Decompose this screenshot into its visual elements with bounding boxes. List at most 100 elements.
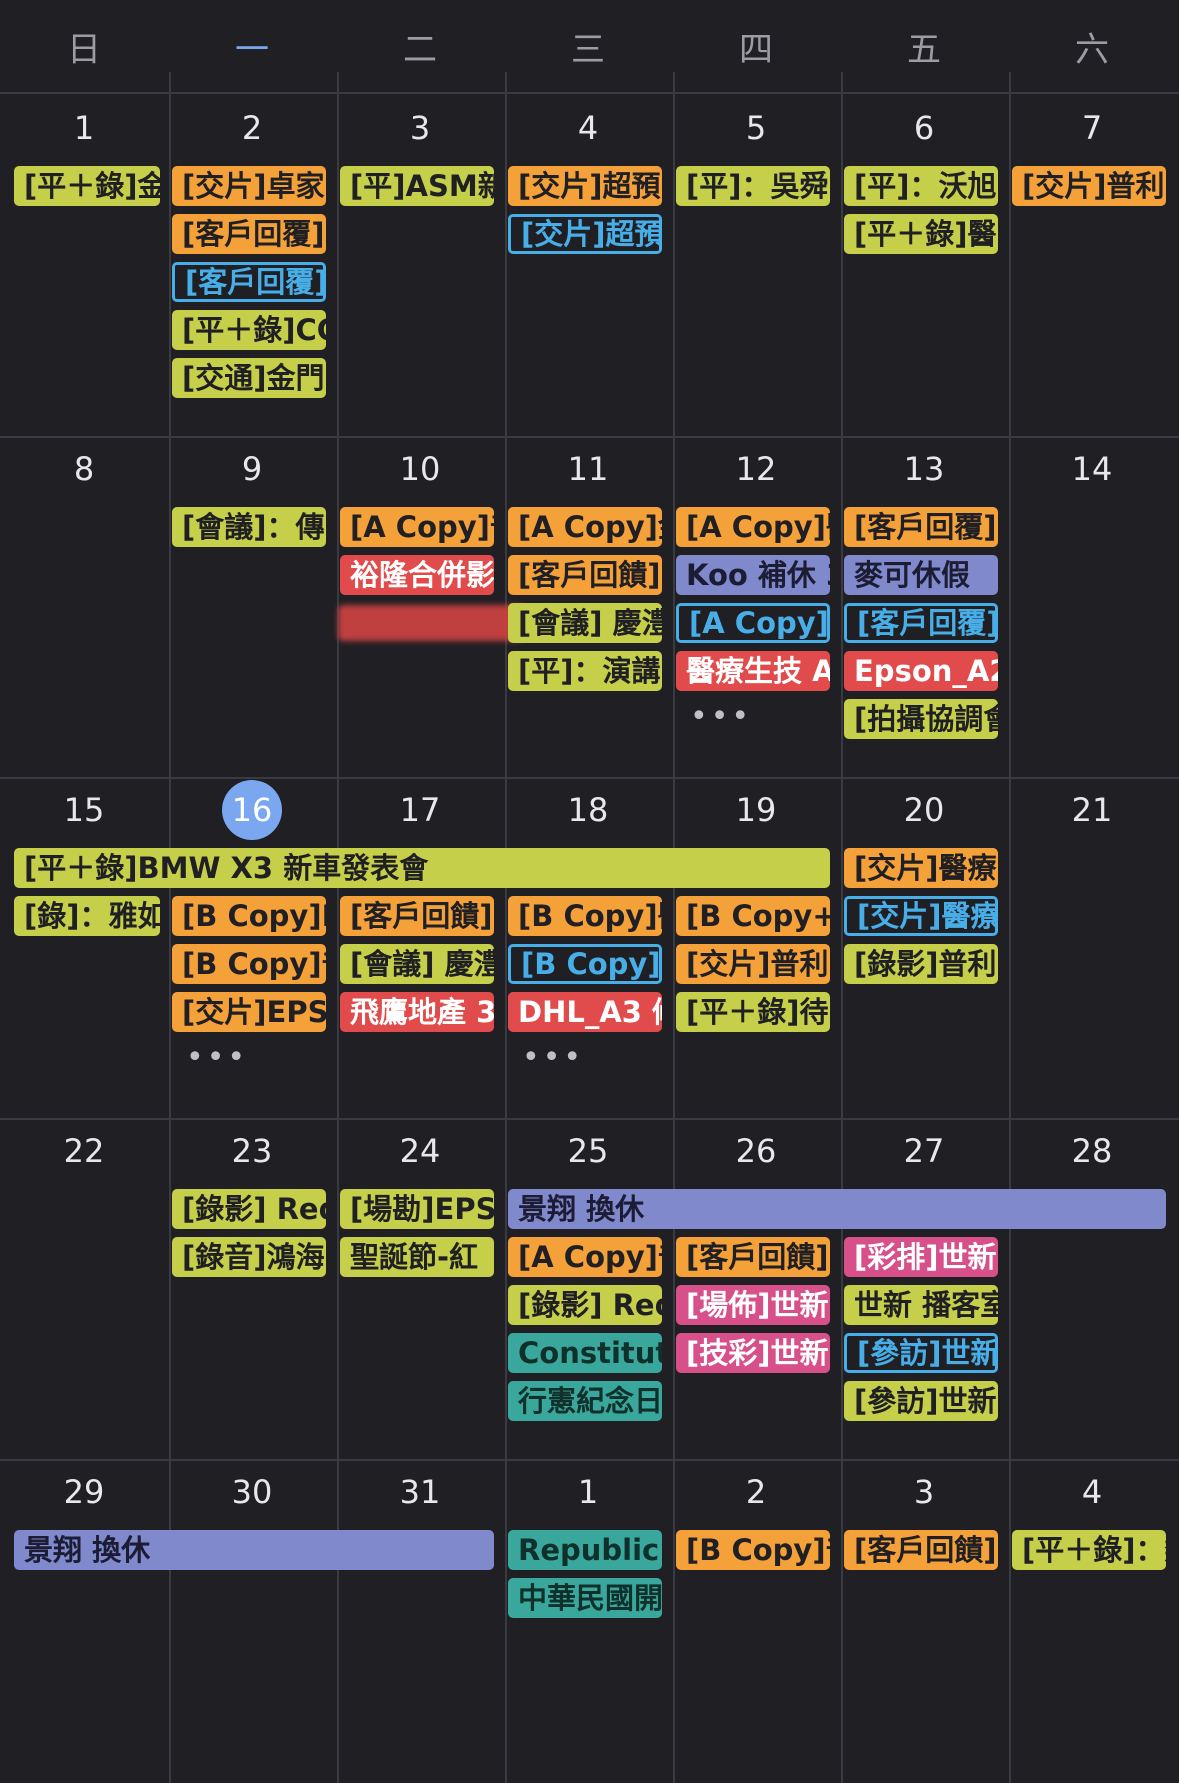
event-chip[interactable]: [平＋錄]：類 bbox=[1012, 1530, 1166, 1570]
date-cell[interactable]: 1 bbox=[504, 1464, 672, 1520]
event-chip[interactable]: [錄]：雅如 bbox=[14, 896, 160, 936]
date-cell[interactable]: 3 bbox=[840, 1464, 1008, 1520]
date-cell[interactable]: 30 bbox=[168, 1464, 336, 1520]
event-chip[interactable]: [會議] 慶澧 bbox=[508, 603, 662, 643]
event-chip[interactable]: [A Copy]金 bbox=[508, 507, 662, 547]
event-chip[interactable]: [平＋錄]醫 bbox=[844, 214, 998, 254]
date-cell[interactable]: 20 bbox=[840, 782, 1008, 838]
event-chip[interactable]: [彩排]世新 bbox=[844, 1237, 998, 1277]
event-chip[interactable]: [客戶回饋] bbox=[340, 896, 494, 936]
date-cell[interactable]: 7 bbox=[1008, 100, 1176, 156]
more-events-indicator[interactable]: ••• bbox=[690, 699, 752, 734]
event-chip[interactable]: [平＋錄]待 bbox=[676, 992, 830, 1032]
event-chip[interactable]: [平]：吳舜 bbox=[676, 166, 830, 206]
date-cell[interactable]: 11 bbox=[504, 441, 672, 497]
date-cell[interactable]: 25 bbox=[504, 1123, 672, 1179]
date-cell[interactable]: 22 bbox=[0, 1123, 168, 1179]
event-chip[interactable]: [錄影] Red bbox=[508, 1285, 662, 1325]
event-chip[interactable]: [平]：演講 bbox=[508, 651, 662, 691]
date-cell[interactable]: 23 bbox=[168, 1123, 336, 1179]
event-chip-multiday[interactable]: 景翔 換休 bbox=[14, 1530, 494, 1570]
date-cell[interactable]: 12 bbox=[672, 441, 840, 497]
date-cell[interactable]: 31 bbox=[336, 1464, 504, 1520]
event-chip[interactable]: [B Copy]普 bbox=[676, 1530, 830, 1570]
event-chip[interactable]: [A Copy]醫 bbox=[676, 603, 830, 643]
event-chip[interactable]: 聖誕節-紅 bbox=[340, 1237, 494, 1277]
event-chip[interactable]: [交片]普利 bbox=[676, 944, 830, 984]
event-chip[interactable]: [交通]金門 bbox=[172, 358, 326, 398]
event-chip[interactable]: [B Copy]醫 bbox=[508, 896, 662, 936]
event-chip[interactable]: 麥可休假 bbox=[844, 555, 998, 595]
event-chip[interactable]: [A Copy]普 bbox=[340, 507, 494, 547]
date-cell[interactable]: 27 bbox=[840, 1123, 1008, 1179]
event-chip[interactable]: 裕隆合併影 bbox=[340, 555, 494, 595]
date-cell[interactable]: 24 bbox=[336, 1123, 504, 1179]
event-chip[interactable]: 世新 播客室 bbox=[844, 1285, 998, 1325]
more-events-indicator[interactable]: ••• bbox=[186, 1040, 248, 1075]
event-chip[interactable]: [交片]普利 bbox=[1012, 166, 1166, 206]
event-chip[interactable]: [錄音]鴻海 bbox=[172, 1237, 326, 1277]
date-cell[interactable]: 4 bbox=[504, 100, 672, 156]
date-cell[interactable]: 14 bbox=[1008, 441, 1176, 497]
event-chip[interactable]: [交片]醫療 bbox=[844, 848, 998, 888]
event-chip[interactable]: Republic D bbox=[508, 1530, 662, 1570]
date-cell[interactable]: 4 bbox=[1008, 1464, 1176, 1520]
event-chip[interactable]: [客戶回饋] bbox=[844, 1530, 998, 1570]
event-chip[interactable]: [平]ASM新 bbox=[340, 166, 494, 206]
event-chip[interactable]: [客戶回饋] bbox=[508, 555, 662, 595]
date-cell[interactable]: 19 bbox=[672, 782, 840, 838]
date-cell[interactable]: 2 bbox=[672, 1464, 840, 1520]
event-chip[interactable]: DHL_A3 修 bbox=[508, 992, 662, 1032]
event-chip[interactable]: 行憲紀念日 bbox=[508, 1381, 662, 1421]
date-cell[interactable]: 1 bbox=[0, 100, 168, 156]
event-chip[interactable]: [客戶回饋] bbox=[676, 1237, 830, 1277]
event-chip[interactable]: [客戶回覆] bbox=[844, 603, 998, 643]
date-cell[interactable]: 5 bbox=[672, 100, 840, 156]
event-chip[interactable]: [平＋錄]金 bbox=[14, 166, 160, 206]
event-chip[interactable]: [技彩]世新 bbox=[676, 1333, 830, 1373]
date-cell[interactable]: 29 bbox=[0, 1464, 168, 1520]
date-cell[interactable]: 26 bbox=[672, 1123, 840, 1179]
date-cell[interactable]: 10 bbox=[336, 441, 504, 497]
date-cell[interactable]: 3 bbox=[336, 100, 504, 156]
event-chip[interactable]: [B Copy]E bbox=[172, 896, 326, 936]
event-chip[interactable]: [交片]卓家 bbox=[172, 166, 326, 206]
date-cell[interactable]: 13 bbox=[840, 441, 1008, 497]
event-chip[interactable]: [平]：沃旭 bbox=[844, 166, 998, 206]
event-chip[interactable]: 醫療生技 A bbox=[676, 651, 830, 691]
event-chip[interactable]: [客戶回覆] bbox=[172, 214, 326, 254]
date-cell[interactable]: 9 bbox=[168, 441, 336, 497]
event-chip[interactable]: [客戶回覆] bbox=[844, 507, 998, 547]
more-events-indicator[interactable]: ••• bbox=[522, 1040, 584, 1075]
event-chip[interactable]: [場佈]世新 bbox=[676, 1285, 830, 1325]
event-chip[interactable]: 飛鷹地產 3 bbox=[340, 992, 494, 1032]
event-chip[interactable]: [錄影]普利 bbox=[844, 944, 998, 984]
date-cell[interactable]: 15 bbox=[0, 782, 168, 838]
event-chip[interactable]: [交片]EPS bbox=[172, 992, 326, 1032]
event-chip[interactable]: [交片]超預 bbox=[508, 166, 662, 206]
event-chip[interactable]: [交片]醫療 bbox=[844, 896, 998, 936]
event-chip[interactable]: Epson_A2 bbox=[844, 651, 998, 691]
date-cell[interactable]: 21 bbox=[1008, 782, 1176, 838]
event-chip[interactable]: [會議] 慶澧 bbox=[340, 944, 494, 984]
event-chip[interactable]: [錄影] Red bbox=[172, 1189, 326, 1229]
event-chip[interactable]: [平＋錄]CC bbox=[172, 310, 326, 350]
event-chip[interactable]: [參訪]世新 bbox=[844, 1381, 998, 1421]
date-cell[interactable]: 2 bbox=[168, 100, 336, 156]
date-cell[interactable]: 18 bbox=[504, 782, 672, 838]
event-chip-multiday[interactable]: 景翔 換休 bbox=[508, 1189, 1166, 1229]
event-chip[interactable]: [會議]：傳 bbox=[172, 507, 326, 547]
event-chip[interactable]: Koo 補休 3 bbox=[676, 555, 830, 595]
date-cell-today[interactable]: 16 bbox=[168, 780, 336, 840]
date-cell[interactable]: 28 bbox=[1008, 1123, 1176, 1179]
event-chip[interactable]: [拍攝協調會 bbox=[844, 699, 998, 739]
event-chip[interactable]: [參訪]世新 bbox=[844, 1333, 998, 1373]
event-chip[interactable]: [B Copy]普 bbox=[172, 944, 326, 984]
event-chip[interactable]: 中華民國開 bbox=[508, 1578, 662, 1618]
date-cell[interactable]: 6 bbox=[840, 100, 1008, 156]
event-chip[interactable]: [A Copy]醫 bbox=[676, 507, 830, 547]
date-cell[interactable]: 17 bbox=[336, 782, 504, 838]
date-cell[interactable]: 8 bbox=[0, 441, 168, 497]
event-chip-multiday[interactable]: [平＋錄]BMW X3 新車發表會 bbox=[14, 848, 830, 888]
event-chip[interactable]: Constituti bbox=[508, 1333, 662, 1373]
